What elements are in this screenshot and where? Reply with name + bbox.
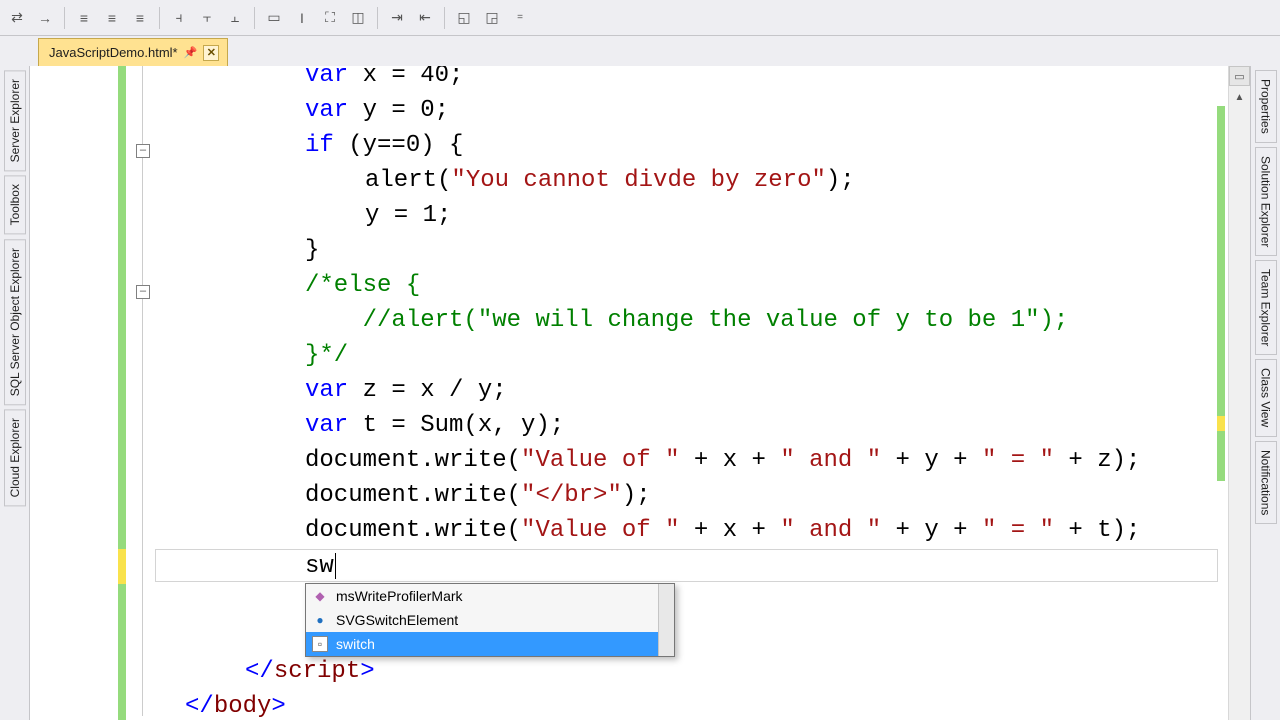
panel-tab-properties[interactable]: Properties bbox=[1255, 70, 1277, 143]
toolbar-button[interactable]: ≡ bbox=[99, 5, 125, 31]
toolbar-button[interactable]: ▭ bbox=[261, 5, 287, 31]
panel-tab-sql-explorer[interactable]: SQL Server Object Explorer bbox=[4, 239, 26, 405]
close-icon[interactable]: ✕ bbox=[203, 45, 219, 61]
toolbar-button[interactable]: I bbox=[289, 5, 315, 31]
toolbar-button[interactable]: ⫠ bbox=[222, 5, 248, 31]
document-tab-active[interactable]: JavaScriptDemo.html* 📌 ✕ bbox=[38, 38, 228, 66]
panel-tab-server-explorer[interactable]: Server Explorer bbox=[4, 70, 26, 171]
intellisense-popup[interactable]: ◆ msWriteProfilerMark ● SVGSwitchElement… bbox=[305, 583, 675, 657]
toolbar-button[interactable]: ⫟ bbox=[194, 5, 220, 31]
panel-tab-notifications[interactable]: Notifications bbox=[1255, 441, 1277, 524]
toolbar-button[interactable]: → bbox=[32, 5, 58, 31]
tab-filename: JavaScriptDemo.html* bbox=[49, 45, 178, 60]
toolbar-button[interactable]: ◫ bbox=[345, 5, 371, 31]
document-tab-bar: JavaScriptDemo.html* 📌 ✕ bbox=[0, 36, 1280, 66]
scroll-up-arrow[interactable]: ▲ bbox=[1229, 88, 1250, 106]
toolbar-button[interactable]: ⛶ bbox=[317, 5, 343, 31]
panel-tab-toolbox[interactable]: Toolbox bbox=[4, 175, 26, 234]
toolbar-button[interactable]: ◲ bbox=[479, 5, 505, 31]
code-editor[interactable]: − − var x = 40; var y = 0; if (y==0) { a… bbox=[30, 66, 1250, 720]
panel-tab-team-explorer[interactable]: Team Explorer bbox=[1255, 260, 1277, 355]
intellisense-scrollbar[interactable] bbox=[658, 584, 674, 656]
intellisense-item[interactable]: ● SVGSwitchElement bbox=[306, 608, 674, 632]
panel-tab-cloud-explorer[interactable]: Cloud Explorer bbox=[4, 409, 26, 506]
toolbar-button[interactable]: ◱ bbox=[451, 5, 477, 31]
toolbar-button[interactable]: ⫞ bbox=[166, 5, 192, 31]
editor-vertical-scrollbar[interactable]: ▭ ▲ bbox=[1228, 66, 1250, 720]
editor-toolbar: ⇄ → ≡ ≡ ≡ ⫞ ⫟ ⫠ ▭ I ⛶ ◫ ⇥ ⇤ ◱ ◲ = bbox=[0, 0, 1280, 36]
keyword-icon: ▫ bbox=[312, 636, 328, 652]
pin-icon[interactable]: 📌 bbox=[184, 46, 198, 59]
toolbar-button[interactable]: ⇤ bbox=[412, 5, 438, 31]
class-icon: ● bbox=[312, 612, 328, 628]
method-icon: ◆ bbox=[312, 588, 328, 604]
intellisense-item[interactable]: ◆ msWriteProfilerMark bbox=[306, 584, 674, 608]
text-caret bbox=[335, 553, 336, 579]
panel-tab-class-view[interactable]: Class View bbox=[1255, 359, 1277, 436]
toolbar-button[interactable]: ≡ bbox=[127, 5, 153, 31]
toolbar-button[interactable]: = bbox=[507, 5, 533, 31]
right-panel-well: Properties Solution Explorer Team Explor… bbox=[1250, 66, 1280, 720]
intellisense-item-selected[interactable]: ▫ switch bbox=[306, 632, 674, 656]
split-view-button[interactable]: ▭ bbox=[1229, 66, 1250, 86]
toolbar-button[interactable]: ⇄ bbox=[4, 5, 30, 31]
toolbar-button[interactable]: ≡ bbox=[71, 5, 97, 31]
toolbar-button[interactable]: ⇥ bbox=[384, 5, 410, 31]
panel-tab-solution-explorer[interactable]: Solution Explorer bbox=[1255, 147, 1277, 256]
left-panel-well: Server Explorer Toolbox SQL Server Objec… bbox=[0, 66, 30, 720]
